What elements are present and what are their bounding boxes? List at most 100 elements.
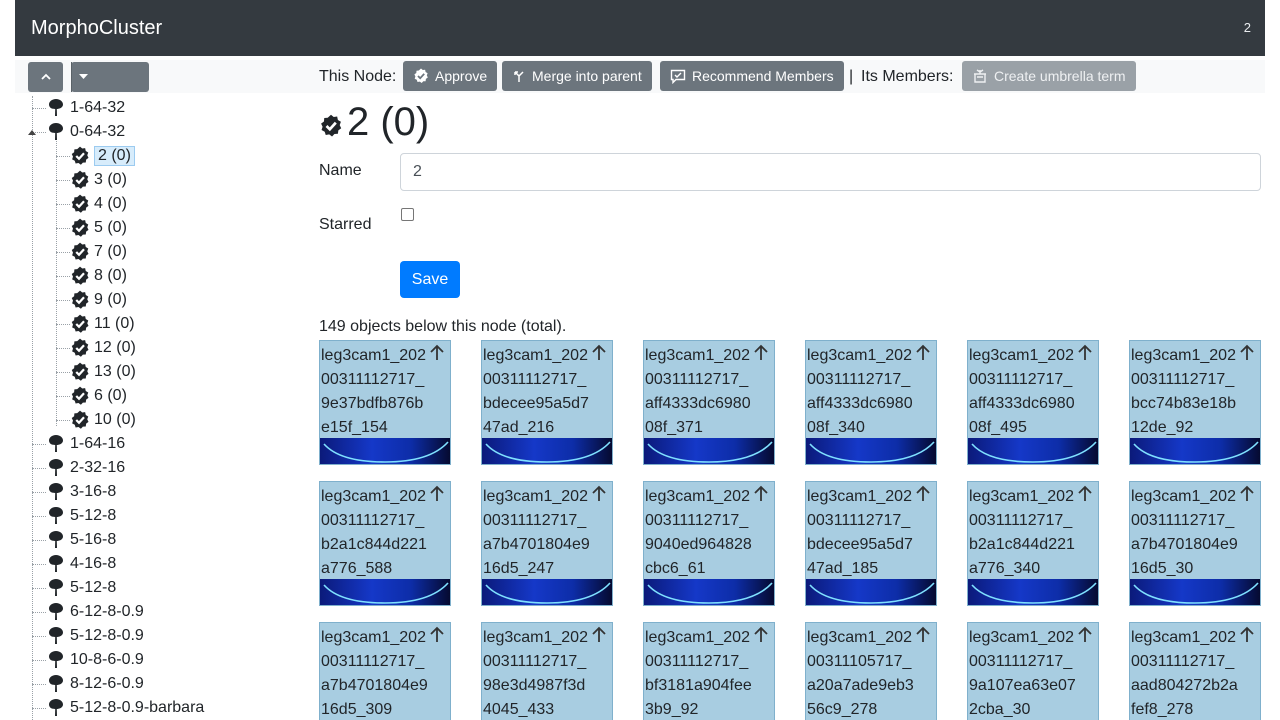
umbrella-term-icon [974,69,986,83]
tree-item[interactable]: 5-12-8 [32,576,116,600]
object-card[interactable]: leg3cam1_20200311112717_aad804272b2afef8… [1129,622,1261,720]
object-card[interactable]: leg3cam1_20200311112717_b2a1c844d221a776… [319,481,451,606]
object-card[interactable]: leg3cam1_20200311105717_a20a7ade9eb356c9… [805,622,937,720]
tree-item-label: 4-16-8 [70,555,117,572]
arrow-up-icon[interactable] [1237,625,1257,645]
tree-item[interactable]: 0-64-32 [32,120,125,144]
arrow-up-icon[interactable] [913,343,933,363]
approved-badge-icon [70,385,90,407]
approve-button[interactable]: Approve [403,61,498,91]
tree-icon [46,577,66,599]
tree-item-label: 5-16-8 [70,531,117,548]
tree-child-item[interactable]: 8 (0) [56,264,127,288]
tree-connector [56,156,70,157]
tree-item[interactable]: 5-12-8 [32,504,116,528]
tree-child-item[interactable]: 9 (0) [56,288,127,312]
tree-item[interactable]: 5-16-8 [32,528,116,552]
arrow-up-icon[interactable] [1075,484,1095,504]
approved-badge-icon [70,265,90,287]
tree-item[interactable]: 4-16-8 [32,552,116,576]
object-card[interactable]: leg3cam1_20200311112717_aff4333dc698008f… [967,340,1099,465]
tree-item-label: 5 (0) [94,219,127,236]
object-card[interactable]: leg3cam1_20200311112717_bdecee95a5d747ad… [805,481,937,606]
tree-item[interactable]: 2-32-16 [32,456,125,480]
save-button[interactable]: Save [400,261,460,298]
arrow-up-icon[interactable] [589,484,609,504]
tree-child-item[interactable]: 4 (0) [56,192,127,216]
object-card[interactable]: leg3cam1_20200311112717_9e37bdfb876be15f… [319,340,451,465]
this-node-label: This Node: [319,68,397,85]
chevron-up-icon [40,73,51,80]
tree-navigate-split-button[interactable] [71,62,431,180]
object-card[interactable]: leg3cam1_20200311112717_bf3181a904fee3b9… [643,622,775,720]
object-card[interactable]: leg3cam1_20200311112717_9040ed964828cbc6… [643,481,775,606]
tree-connector [56,420,70,421]
arrow-up-icon[interactable] [913,484,933,504]
tree-item-label: 5-12-8-0.9-barbara [70,699,205,716]
app-brand[interactable]: MorphoCluster [31,16,162,40]
starred-checkbox[interactable] [401,208,414,221]
object-card[interactable]: leg3cam1_20200311112717_b2a1c844d221a776… [967,481,1099,606]
tree-child-item[interactable]: 5 (0) [56,216,127,240]
tree-connector [32,516,46,517]
object-card[interactable]: leg3cam1_20200311112717_bcc74b83e18b12de… [1129,340,1261,465]
object-card[interactable]: leg3cam1_20200311112717_98e3d4987f3d4045… [481,622,613,720]
object-thumbnail [806,438,936,464]
object-card[interactable]: leg3cam1_20200311112717_a7b4701804e916d5… [319,622,451,720]
tree-item[interactable]: 5-12-8-0.9-barbara [32,696,204,720]
tree-child-item[interactable]: 10 (0) [56,408,136,432]
arrow-up-icon[interactable] [427,343,447,363]
tree-child-item[interactable]: 12 (0) [56,336,136,360]
collapse-toggle-icon[interactable] [28,130,36,135]
approve-label: Approve [435,68,488,84]
object-card[interactable]: leg3cam1_20200311112717_aff4333dc698008f… [805,340,937,465]
tree-item-label: 1-64-16 [70,435,126,452]
merge-into-parent-button[interactable]: Merge into parent [502,61,652,91]
arrow-up-icon[interactable] [751,343,771,363]
object-name: leg3cam1_20200311112717_bcc74b83e18b12de… [1131,347,1236,436]
tree-child-item[interactable]: 3 (0) [56,168,127,192]
object-card[interactable]: leg3cam1_20200311112717_bdecee95a5d747ad… [481,340,613,465]
arrow-up-icon[interactable] [751,484,771,504]
tree-item[interactable]: 6-12-8-0.9 [32,600,144,624]
arrow-up-icon[interactable] [1237,343,1257,363]
tree-item[interactable]: 5-12-8-0.9 [32,624,144,648]
umbrella-label: Create umbrella term [994,68,1126,84]
tree-item[interactable]: 1-64-32 [32,96,125,120]
recommend-members-button[interactable]: Recommend Members [660,61,844,91]
create-umbrella-term-button[interactable]: Create umbrella term [962,61,1136,91]
object-card[interactable]: leg3cam1_20200311112717_9a107ea63e072cba… [967,622,1099,720]
tree-child-item[interactable]: 2 (0) [56,144,135,168]
arrow-up-icon[interactable] [589,343,609,363]
tree-item[interactable]: 1-64-16 [32,432,125,456]
object-card[interactable]: leg3cam1_20200311112717_aff4333dc698008f… [643,340,775,465]
tree-item[interactable]: 3-16-8 [32,480,116,504]
arrow-up-icon[interactable] [1075,625,1095,645]
tree-up-button[interactable] [28,62,63,92]
arrow-up-icon[interactable] [1237,484,1257,504]
name-field[interactable] [400,153,1261,191]
tree-connector [56,396,70,397]
arrow-up-icon[interactable] [589,625,609,645]
arrow-up-icon[interactable] [427,484,447,504]
tree-child-item[interactable]: 13 (0) [56,360,136,384]
arrow-up-icon[interactable] [751,625,771,645]
tree-connector [32,492,46,493]
object-thumbnail [320,438,450,464]
tree-child-item[interactable]: 11 (0) [56,312,135,336]
navbar-node-indicator: 2 [1243,20,1251,35]
tree-child-item[interactable]: 7 (0) [56,240,127,264]
object-card[interactable]: leg3cam1_20200311112717_a7b4701804e916d5… [1129,481,1261,606]
tree-item[interactable]: 10-8-6-0.9 [32,648,144,672]
arrow-up-icon[interactable] [427,625,447,645]
tree-connector [56,276,70,277]
tree-item[interactable]: 8-12-6-0.9 [32,672,144,696]
arrow-up-icon[interactable] [1075,343,1095,363]
tree-icon [46,505,66,527]
object-card[interactable]: leg3cam1_20200311112717_a7b4701804e916d5… [481,481,613,606]
tree-item-label: 8 (0) [94,267,127,284]
object-thumbnail [968,579,1098,605]
tree-child-item[interactable]: 6 (0) [56,384,127,408]
navigate-dropdown-toggle[interactable] [71,62,95,92]
arrow-up-icon[interactable] [913,625,933,645]
